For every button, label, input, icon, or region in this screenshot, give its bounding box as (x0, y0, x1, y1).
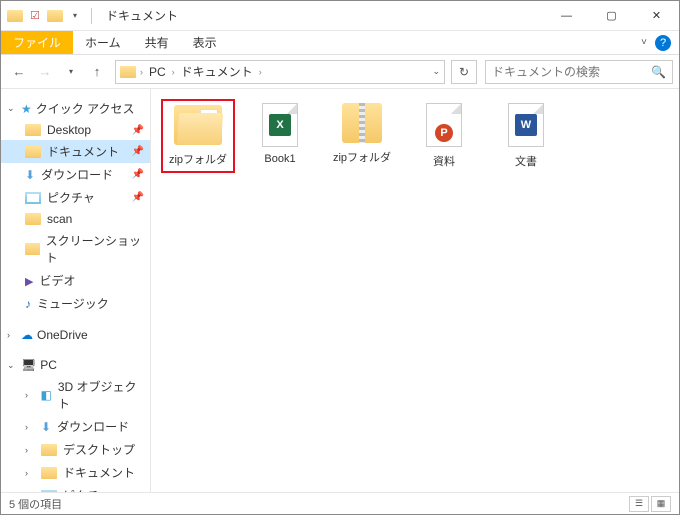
chevron-right-icon[interactable]: › (25, 445, 35, 455)
address-dropdown-icon[interactable]: ⌄ (432, 66, 440, 77)
crumb-pc[interactable]: PC (147, 65, 168, 79)
maximize-button[interactable]: ▢ (589, 1, 634, 31)
view-details-button[interactable]: ☰ (629, 496, 649, 512)
sidebar-quick-access[interactable]: ⌄ ★ クイック アクセス (1, 97, 150, 120)
sidebar-item-pc-pictures[interactable]: ›ピクチャ (1, 484, 150, 492)
back-button[interactable]: ← (7, 60, 31, 84)
search-icon[interactable]: 🔍 (651, 65, 666, 79)
zip-folder-icon (342, 103, 382, 143)
pin-icon: 📌 (132, 125, 144, 136)
objects-icon (41, 388, 52, 402)
folder-icon (25, 243, 40, 255)
recent-dropdown[interactable]: ▾ (59, 60, 83, 84)
pin-icon: 📌 (132, 146, 144, 157)
download-icon (25, 168, 35, 182)
nav-bar: ← → ▾ ↑ › PC › ドキュメント › ⌄ ↻ 🔍 (1, 55, 679, 89)
chevron-right-icon[interactable]: › (25, 422, 35, 432)
chevron-right-icon[interactable]: › (259, 67, 262, 77)
window-title: ドキュメント (106, 7, 178, 24)
tab-view[interactable]: 表示 (181, 31, 229, 54)
chevron-right-icon[interactable]: › (25, 491, 35, 493)
search-box[interactable]: 🔍 (485, 60, 673, 84)
ribbon-collapse-icon[interactable]: ˅ (641, 37, 647, 48)
star-icon: ★ (21, 102, 32, 116)
help-icon[interactable]: ? (655, 35, 671, 51)
file-item-bunsho[interactable]: W 文書 (493, 103, 559, 169)
qat-properties-icon[interactable]: ☑ (27, 8, 43, 24)
chevron-down-icon[interactable]: ⌄ (7, 360, 17, 371)
sidebar: ⌄ ★ クイック アクセス Desktop📌 ドキュメント📌 ダウンロード📌 ピ… (1, 89, 151, 492)
quick-access-label: クイック アクセス (36, 100, 135, 117)
up-button[interactable]: ↑ (85, 60, 109, 84)
sidebar-item-scan[interactable]: scan (1, 209, 150, 229)
address-bar[interactable]: › PC › ドキュメント › ⌄ (115, 60, 445, 84)
chevron-right-icon[interactable]: › (140, 67, 143, 77)
sidebar-item-pc-desktop[interactable]: ›デスクトップ (1, 438, 150, 461)
sidebar-item-3d[interactable]: ›3D オブジェクト (1, 375, 150, 415)
powerpoint-file-icon: P (426, 103, 462, 147)
minimize-button[interactable]: — (544, 1, 589, 31)
download-icon (41, 420, 51, 434)
sidebar-item-desktop[interactable]: Desktop📌 (1, 120, 150, 140)
pc-icon (21, 358, 36, 372)
refresh-button[interactable]: ↻ (451, 60, 477, 84)
chevron-right-icon[interactable]: › (25, 468, 35, 478)
sidebar-item-music[interactable]: ミュージック (1, 292, 150, 315)
word-file-icon: W (508, 103, 544, 147)
view-icons-button[interactable]: ▦ (651, 496, 671, 512)
sidebar-item-screenshots[interactable]: スクリーンショット (1, 229, 150, 269)
file-item-shiryou[interactable]: P 資料 (411, 103, 477, 169)
sidebar-item-documents[interactable]: ドキュメント📌 (1, 140, 150, 163)
tab-file[interactable]: ファイル (1, 31, 73, 54)
pictures-icon (25, 192, 41, 204)
sidebar-item-pictures[interactable]: ピクチャ📌 (1, 186, 150, 209)
ribbon-tabs: ファイル ホーム 共有 表示 ˅ ? (1, 31, 679, 55)
address-folder-icon (120, 64, 136, 80)
sidebar-item-pc-downloads[interactable]: ›ダウンロード (1, 415, 150, 438)
folder-icon (25, 213, 41, 225)
music-icon (25, 297, 31, 311)
folder-icon (25, 146, 41, 158)
tab-share[interactable]: 共有 (133, 31, 181, 54)
pictures-icon (41, 490, 57, 493)
cloud-icon (21, 328, 33, 342)
forward-button[interactable]: → (33, 60, 57, 84)
video-icon (25, 274, 33, 288)
status-bar: 5 個の項目 ☰ ▦ (1, 492, 679, 514)
folder-icon (41, 444, 57, 456)
title-bar: ☑ ▾ ドキュメント — ▢ ✕ (1, 1, 679, 31)
sidebar-pc[interactable]: ⌄ PC (1, 355, 150, 375)
search-input[interactable] (492, 65, 651, 79)
file-item-book1[interactable]: X Book1 (247, 103, 313, 165)
status-text: 5 個の項目 (9, 496, 62, 512)
chevron-down-icon[interactable]: ⌄ (7, 103, 17, 114)
file-item-zip-folder-open[interactable]: zipフォルダ (165, 103, 231, 169)
pin-icon: 📌 (132, 192, 144, 203)
tab-home[interactable]: ホーム (73, 31, 133, 54)
folder-open-icon (174, 105, 222, 145)
pin-icon: 📌 (132, 169, 144, 180)
chevron-right-icon[interactable]: › (25, 390, 35, 400)
qat-dropdown-icon[interactable]: ▾ (67, 8, 83, 24)
close-button[interactable]: ✕ (634, 1, 679, 31)
file-item-zip-folder[interactable]: zipフォルダ (329, 103, 395, 165)
sidebar-onedrive[interactable]: › OneDrive (1, 325, 150, 345)
sidebar-item-downloads[interactable]: ダウンロード📌 (1, 163, 150, 186)
qat-new-folder-icon[interactable] (47, 8, 63, 24)
sidebar-item-pc-documents[interactable]: ›ドキュメント (1, 461, 150, 484)
crumb-documents[interactable]: ドキュメント (179, 63, 255, 80)
sidebar-item-videos[interactable]: ビデオ (1, 269, 150, 292)
chevron-right-icon[interactable]: › (172, 67, 175, 77)
chevron-right-icon[interactable]: › (7, 330, 17, 340)
content-pane[interactable]: zipフォルダ X Book1 zipフォルダ P 資料 W 文書 (151, 89, 679, 492)
folder-icon (41, 467, 57, 479)
excel-file-icon: X (262, 103, 298, 147)
folder-icon (25, 124, 41, 136)
folder-app-icon (7, 8, 23, 24)
